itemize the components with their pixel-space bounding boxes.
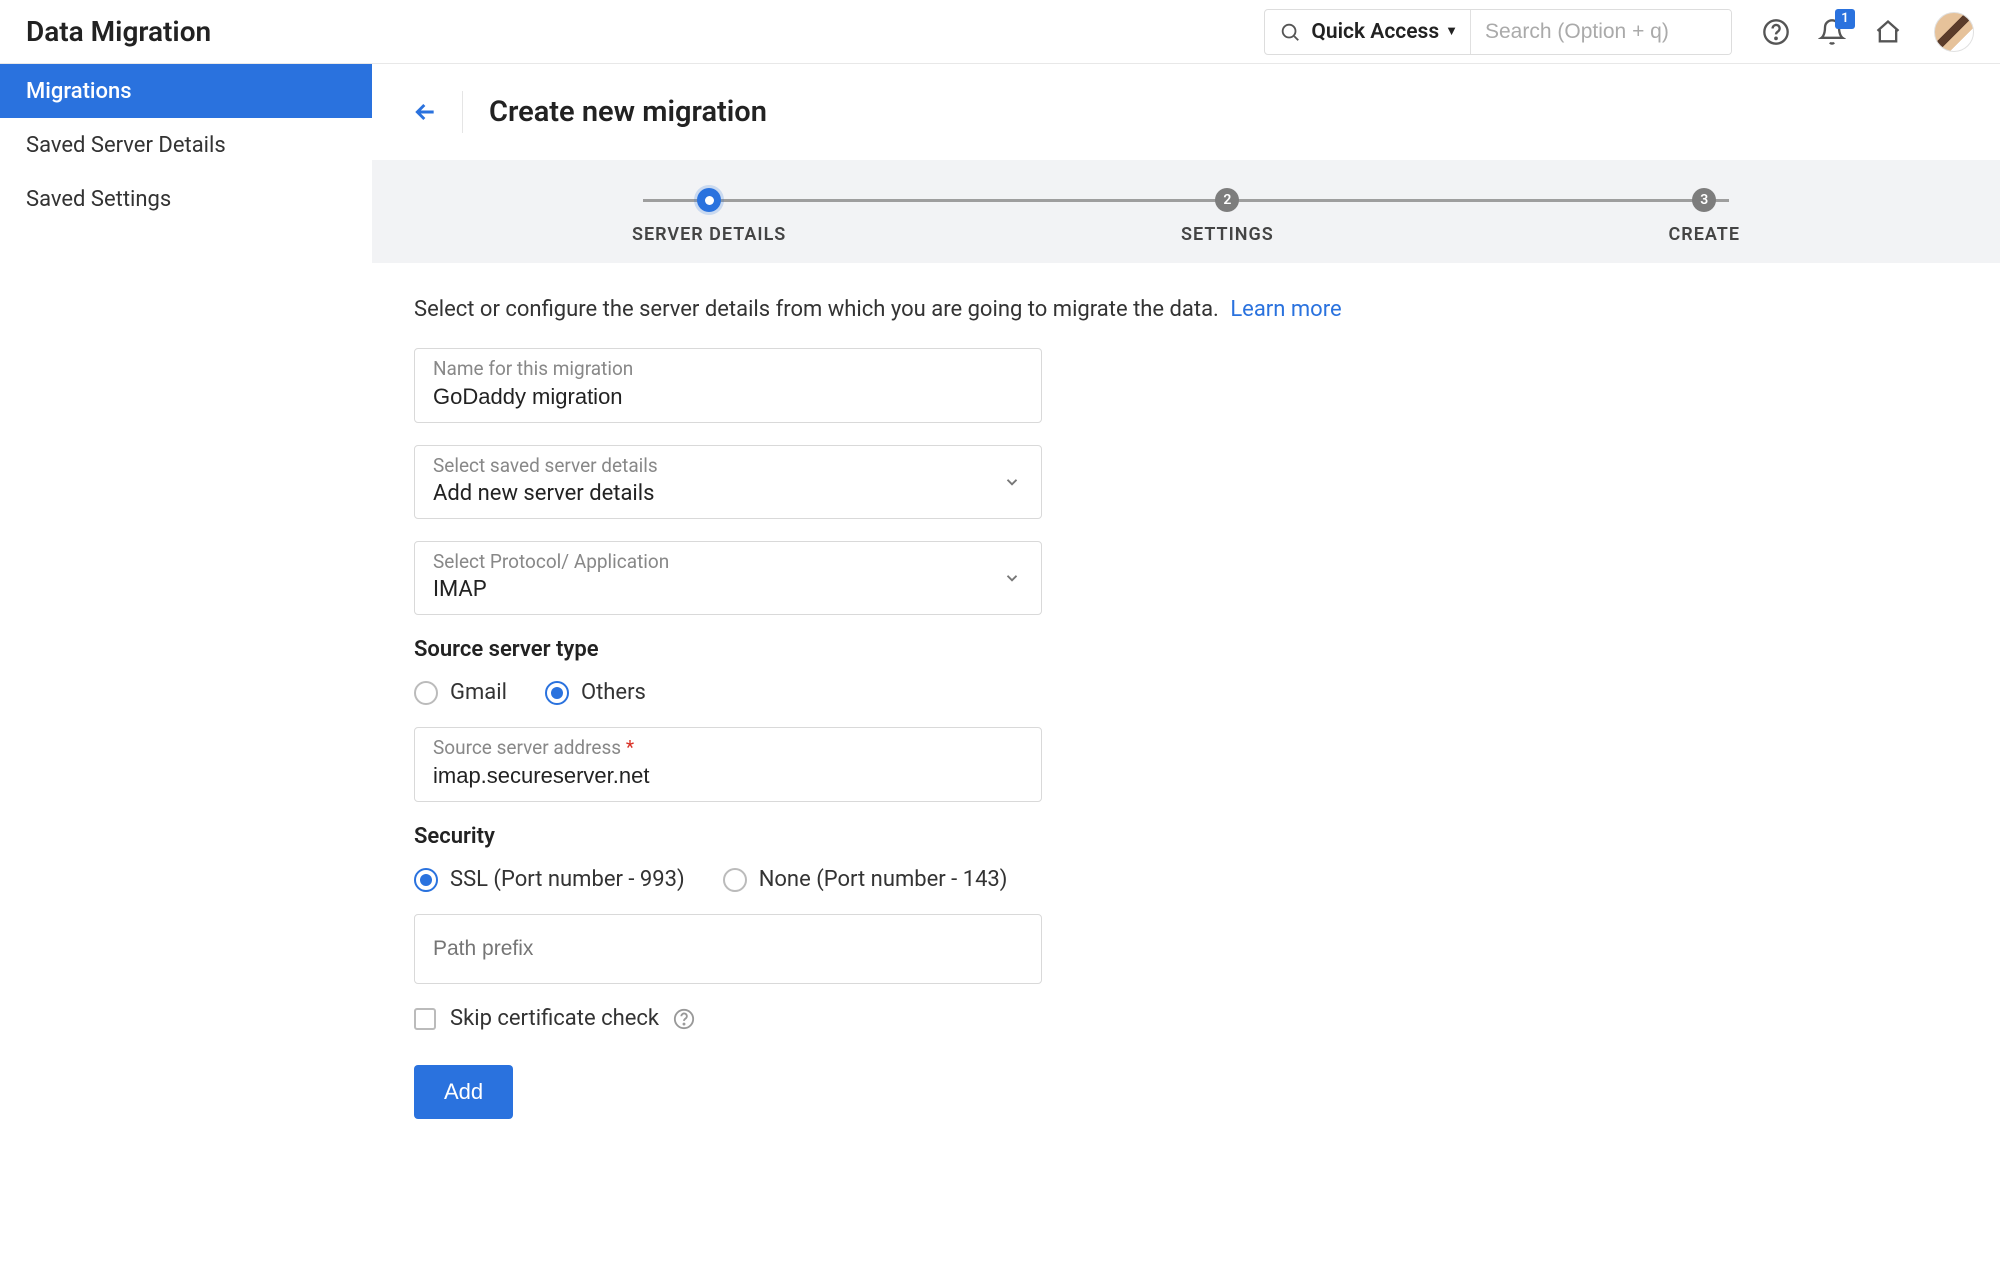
radio-label: SSL (Port number - 993) — [450, 867, 685, 892]
source-type-heading: Source server type — [414, 637, 1530, 662]
learn-more-link[interactable]: Learn more — [1230, 297, 1341, 322]
sidebar-item-saved-settings[interactable]: Saved Settings — [0, 172, 372, 226]
security-radio-group: SSL (Port number - 993) None (Port numbe… — [414, 867, 1530, 892]
step-dot: 2 — [1215, 188, 1239, 212]
home-icon[interactable] — [1874, 18, 1902, 46]
radio-label: Gmail — [450, 680, 507, 705]
page-header: Create new migration — [372, 64, 2000, 160]
radio-circle-icon — [414, 868, 438, 892]
search-container: Quick Access ▼ — [1264, 9, 1732, 55]
radio-none[interactable]: None (Port number - 143) — [723, 867, 1008, 892]
notifications-icon[interactable]: 1 — [1818, 18, 1846, 46]
page-title: Create new migration — [489, 95, 767, 129]
form-area: Select or configure the server details f… — [372, 263, 1572, 1179]
protocol-select[interactable]: Select Protocol/ Application IMAP — [414, 541, 1042, 615]
field-value: Add new server details — [433, 479, 1023, 508]
topbar: Data Migration Quick Access ▼ 1 — [0, 0, 2000, 64]
avatar[interactable] — [1934, 12, 1974, 52]
quick-access-dropdown[interactable]: Quick Access ▼ — [1311, 10, 1471, 54]
skip-cert-label: Skip certificate check — [450, 1006, 659, 1031]
migration-name-field[interactable]: Name for this migration — [414, 348, 1042, 423]
skip-cert-row: Skip certificate check — [414, 1006, 1530, 1031]
radio-others[interactable]: Others — [545, 680, 646, 705]
step-server-details[interactable]: SERVER DETAILS — [632, 188, 786, 245]
field-label-text: Source server address — [433, 736, 621, 759]
step-label: SETTINGS — [1181, 224, 1274, 245]
field-value: IMAP — [433, 575, 1023, 604]
required-mark: * — [626, 736, 634, 759]
product-title: Data Migration — [26, 15, 1264, 48]
path-prefix-input[interactable] — [433, 935, 1023, 963]
search-icon — [1279, 21, 1301, 43]
field-label: Select Protocol/ Application — [433, 550, 1023, 573]
quick-access-label: Quick Access — [1311, 9, 1439, 55]
radio-circle-icon — [414, 681, 438, 705]
field-label: Name for this migration — [433, 357, 1023, 380]
stepper-strip: SERVER DETAILS 2 SETTINGS 3 CREATE — [372, 160, 2000, 263]
notification-badge: 1 — [1835, 9, 1855, 29]
source-address-field[interactable]: Source server address * — [414, 727, 1042, 802]
skip-cert-checkbox[interactable] — [414, 1008, 436, 1030]
add-button[interactable]: Add — [414, 1065, 513, 1119]
main: Create new migration SERVER DETAILS 2 SE… — [372, 64, 2000, 1266]
field-label: Source server address * — [433, 736, 1023, 759]
step-label: SERVER DETAILS — [632, 224, 786, 245]
field-label: Select saved server details — [433, 454, 1023, 477]
migration-name-input[interactable] — [433, 382, 1023, 412]
page-header-divider — [462, 91, 463, 133]
radio-label: Others — [581, 680, 646, 705]
radio-ssl[interactable]: SSL (Port number - 993) — [414, 867, 685, 892]
step-dot: 3 — [1692, 188, 1716, 212]
radio-label: None (Port number - 143) — [759, 867, 1008, 892]
saved-server-select[interactable]: Select saved server details Add new serv… — [414, 445, 1042, 519]
caret-down-icon: ▼ — [1445, 9, 1458, 55]
step-label: CREATE — [1669, 224, 1741, 245]
path-prefix-field[interactable] — [414, 914, 1042, 984]
help-icon[interactable] — [1762, 18, 1790, 46]
step-dot — [697, 188, 721, 212]
radio-circle-icon — [723, 868, 747, 892]
source-type-radio-group: Gmail Others — [414, 680, 1530, 705]
intro-text: Select or configure the server details f… — [414, 297, 1530, 322]
sidebar-item-saved-server-details[interactable]: Saved Server Details — [0, 118, 372, 172]
step-create[interactable]: 3 CREATE — [1669, 188, 1741, 245]
step-settings[interactable]: 2 SETTINGS — [1181, 188, 1274, 245]
radio-gmail[interactable]: Gmail — [414, 680, 507, 705]
sidebar-item-label: Migrations — [26, 79, 132, 104]
radio-circle-icon — [545, 681, 569, 705]
sidebar-item-label: Saved Server Details — [26, 133, 226, 158]
search-input[interactable] — [1471, 10, 1731, 54]
back-arrow-icon[interactable] — [408, 98, 436, 126]
security-heading: Security — [414, 824, 1530, 849]
intro-text-body: Select or configure the server details f… — [414, 297, 1219, 322]
sidebar: Migrations Saved Server Details Saved Se… — [0, 64, 372, 1266]
sidebar-item-label: Saved Settings — [26, 187, 171, 212]
info-icon[interactable] — [673, 1008, 695, 1030]
sidebar-item-migrations[interactable]: Migrations — [0, 64, 372, 118]
stepper: SERVER DETAILS 2 SETTINGS 3 CREATE — [632, 188, 1740, 245]
source-address-input[interactable] — [433, 761, 1023, 791]
